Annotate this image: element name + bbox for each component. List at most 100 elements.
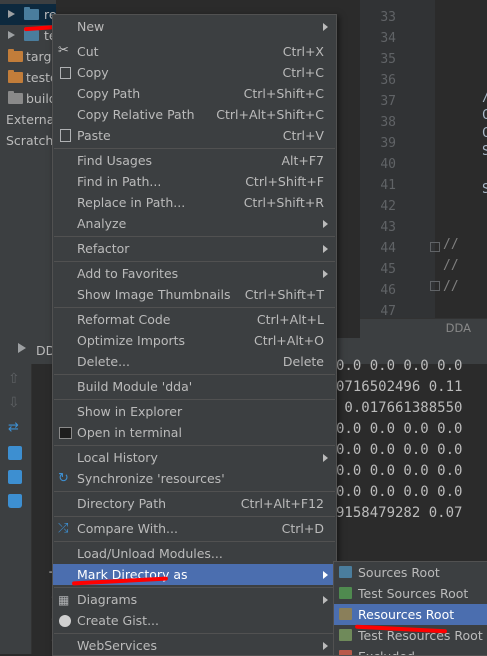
folder-icon	[24, 28, 39, 41]
code-text: /	[482, 90, 487, 105]
menu-item-refactor[interactable]: Refactor	[53, 238, 336, 259]
menu-item-synchronize[interactable]: ↻ Synchronize 'resources'	[53, 468, 336, 489]
console-output-line: 0716502496 0.11	[336, 379, 463, 395]
sources-root-folder-icon	[339, 566, 352, 578]
scroll-to-end-icon[interactable]	[8, 446, 22, 460]
menu-item-add-to-favorites[interactable]: Add to Favorites	[53, 263, 336, 284]
line-number: 39	[380, 136, 396, 151]
menu-item-find-usages[interactable]: Find Usages Alt+F7	[53, 150, 336, 171]
excluded-folder-icon	[339, 650, 352, 655]
submenu-item-excluded[interactable]: Excluded	[334, 646, 487, 655]
console-output-line: 0.017661388550	[336, 400, 463, 416]
menu-item-copy-path[interactable]: Copy Path Ctrl+Shift+C	[53, 83, 336, 104]
console-output-line: 0.0 0.0 0.0 0.0	[336, 484, 463, 500]
tree-item-external-libraries[interactable]: External	[0, 109, 56, 130]
fold-icon[interactable]	[430, 242, 440, 252]
menu-separator	[54, 587, 335, 588]
line-number: 46	[380, 283, 396, 298]
menu-item-webservices[interactable]: WebServices	[53, 635, 336, 655]
line-number: 42	[380, 199, 396, 214]
submenu-item-test-sources-root[interactable]: Test Sources Root	[334, 583, 487, 604]
line-number: 40	[380, 157, 396, 172]
code-text: C	[482, 108, 487, 123]
arrow-up-icon[interactable]: ⇧	[8, 372, 22, 386]
tree-item-target[interactable]: targe	[0, 46, 56, 67]
menu-item-paste[interactable]: Paste Ctrl+V	[53, 125, 336, 146]
file-icon	[8, 91, 23, 104]
menu-item-copy-relative-path[interactable]: Copy Relative Path Ctrl+Alt+Shift+C	[53, 104, 336, 125]
menu-separator	[54, 261, 335, 262]
soft-wrap-icon[interactable]: ⇄	[8, 421, 22, 435]
submenu-arrow-icon	[323, 270, 328, 278]
arrow-down-icon[interactable]: ⇩	[8, 396, 22, 410]
menu-item-optimize-imports[interactable]: Optimize Imports Ctrl+Alt+O	[53, 330, 336, 351]
tree-item-testoutput[interactable]: testo	[0, 67, 56, 88]
diagram-icon: ▦	[58, 593, 70, 607]
menu-item-load-unload-modules[interactable]: Load/Unload Modules...	[53, 543, 336, 564]
code-comment: //	[443, 279, 459, 294]
console-output-line: 9158479282 0.07	[336, 505, 463, 521]
folder-icon	[8, 49, 23, 62]
menu-item-cut[interactable]: ✂ Cut Ctrl+X	[53, 41, 336, 62]
code-text: S	[482, 144, 487, 159]
line-number: 44	[380, 241, 396, 256]
menu-separator	[54, 445, 335, 446]
resources-root-folder-icon	[339, 608, 352, 620]
print-icon[interactable]	[8, 470, 22, 484]
tree-item-build[interactable]: build	[0, 88, 56, 109]
console-output-line: 0.0 0.0 0.0 0.0	[336, 421, 463, 437]
menu-item-build-module[interactable]: Build Module 'dda'	[53, 376, 336, 397]
menu-item-diagrams[interactable]: ▦ Diagrams	[53, 589, 336, 610]
line-number: 36	[380, 73, 396, 88]
menu-separator	[54, 148, 335, 149]
menu-item-find-in-path[interactable]: Find in Path... Ctrl+Shift+F	[53, 171, 336, 192]
menu-item-delete[interactable]: Delete... Delete	[53, 351, 336, 372]
menu-separator	[54, 374, 335, 375]
menu-item-local-history[interactable]: Local History	[53, 447, 336, 468]
menu-separator	[54, 541, 335, 542]
menu-item-create-gist[interactable]: Create Gist...	[53, 610, 336, 631]
menu-item-new[interactable]: New	[53, 16, 336, 37]
test-resources-root-folder-icon	[339, 629, 352, 641]
menu-item-replace-in-path[interactable]: Replace in Path... Ctrl+Shift+R	[53, 192, 336, 213]
folder-icon	[8, 70, 23, 83]
menu-item-copy[interactable]: Copy Ctrl+C	[53, 62, 336, 83]
expand-arrow-icon[interactable]	[8, 31, 15, 39]
menu-separator	[54, 399, 335, 400]
menu-item-show-in-explorer[interactable]: Show in Explorer	[53, 401, 336, 422]
tree-item-resources[interactable]: resources	[0, 4, 56, 25]
submenu-arrow-icon	[323, 596, 328, 604]
folder-icon	[24, 7, 39, 20]
menu-separator	[54, 516, 335, 517]
expand-arrow-icon[interactable]	[8, 10, 15, 18]
submenu-item-sources-root[interactable]: Sources Root	[334, 562, 487, 583]
menu-item-reformat-code[interactable]: Reformat Code Ctrl+Alt+L	[53, 309, 336, 330]
line-number: 33	[380, 10, 396, 25]
compare-icon: ⤮	[58, 521, 69, 536]
menu-item-open-in-terminal[interactable]: Open in terminal	[53, 422, 336, 443]
sync-icon: ↻	[58, 471, 69, 486]
trash-icon[interactable]	[8, 494, 22, 508]
code-comment: //	[443, 258, 459, 273]
submenu-item-resources-root[interactable]: Resources Root	[334, 604, 487, 625]
fold-icon[interactable]	[430, 281, 440, 291]
context-menu: New ✂ Cut Ctrl+X Copy Ctrl+C Copy Path Ctrl+…	[52, 14, 337, 656]
project-tree: resources te targe testo build External …	[0, 0, 56, 338]
submenu-arrow-icon	[323, 23, 328, 31]
menu-item-compare-with[interactable]: ⤮ Compare With... Ctrl+D	[53, 518, 336, 539]
tree-item-scratches[interactable]: Scratche	[0, 130, 56, 151]
menu-item-show-image-thumbnails[interactable]: Show Image Thumbnails Ctrl+Shift+T	[53, 284, 336, 305]
submenu-arrow-icon	[323, 245, 328, 253]
test-sources-root-folder-icon	[339, 587, 352, 599]
submenu-arrow-icon	[323, 454, 328, 462]
menu-item-analyze[interactable]: Analyze	[53, 213, 336, 234]
console-output-line: 0.0 0.0 0.0 0.0	[336, 463, 463, 479]
line-number: 35	[380, 52, 396, 67]
editor-tab[interactable]: DDA	[360, 318, 487, 339]
code-text: C	[482, 126, 487, 141]
run-icon[interactable]	[18, 343, 26, 353]
code-comment: //	[443, 237, 459, 252]
menu-item-directory-path[interactable]: Directory Path Ctrl+Alt+F12	[53, 493, 336, 514]
line-number: 41	[380, 178, 396, 193]
terminal-icon	[59, 427, 72, 439]
